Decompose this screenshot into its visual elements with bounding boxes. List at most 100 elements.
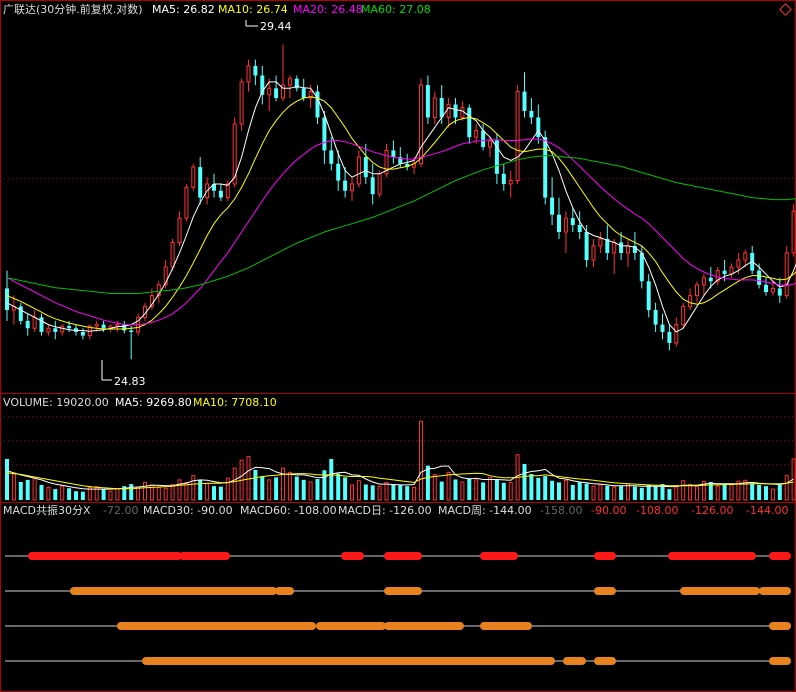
volume-bar <box>653 486 658 500</box>
volume-bar <box>108 490 113 501</box>
candle <box>425 75 430 125</box>
candle-body <box>722 270 727 275</box>
candle-body <box>784 252 789 297</box>
candle-body <box>267 87 272 96</box>
volume-bar <box>543 476 548 500</box>
candle <box>536 104 541 144</box>
candle <box>46 324 51 336</box>
volume-bar <box>177 479 182 501</box>
volume-bar <box>598 484 603 501</box>
candle-body <box>253 65 258 76</box>
candle-body <box>274 88 279 98</box>
candle-body <box>356 156 361 185</box>
candle-body <box>170 241 175 268</box>
candle <box>791 204 796 257</box>
candle-body <box>329 150 334 164</box>
candle <box>695 281 699 303</box>
candle <box>246 59 251 92</box>
candle-body <box>350 183 354 192</box>
stock-chart[interactable]: 29.44 24.83 广联达(30分钟.前复权.对数) MA5: 26.82 … <box>0 0 796 692</box>
volume-bar <box>563 479 568 501</box>
volume-bar <box>529 474 534 500</box>
candle <box>764 277 768 296</box>
candle <box>626 238 630 268</box>
macd60-value: MACD60: -108.00 <box>240 504 337 517</box>
volume-bar <box>612 486 617 501</box>
candle <box>287 75 292 98</box>
macd-panel[interactable] <box>5 552 791 665</box>
candle <box>605 225 610 260</box>
volume-bar <box>101 489 106 500</box>
candle-body <box>53 328 58 332</box>
candle-body <box>432 97 437 118</box>
volume-bar <box>570 484 575 500</box>
candle <box>184 183 189 222</box>
candle-body <box>508 180 513 185</box>
volume-bar <box>667 489 672 500</box>
candle <box>377 170 382 198</box>
macd-indicator-name: MACD共振30分X <box>3 503 91 517</box>
candle-body <box>639 252 644 282</box>
volume-bar <box>577 481 582 500</box>
ma5-legend: MA5: 26.82 <box>152 3 215 16</box>
volume-bar <box>784 475 789 501</box>
volume-bar <box>191 475 196 501</box>
candle-body <box>764 284 768 293</box>
candle-body <box>777 288 782 296</box>
volume-bar <box>632 486 637 500</box>
candle-body <box>377 173 382 195</box>
candle <box>701 274 706 296</box>
candle-body <box>488 139 492 148</box>
volume-bar <box>336 473 341 500</box>
candle-body <box>94 324 99 327</box>
volume-bar <box>446 471 451 501</box>
candle-body <box>736 259 741 268</box>
candlestick-series <box>5 44 796 360</box>
volume-legend: VOLUME: 19020.00 MA5: 9269.80 MA10: 7708… <box>3 396 277 409</box>
candle-body <box>467 107 472 138</box>
volume-bar <box>205 483 210 501</box>
candle-body <box>591 245 596 261</box>
volume-bar <box>308 481 313 501</box>
candle-body <box>757 270 762 285</box>
candle-body <box>129 330 134 332</box>
volume-bar <box>481 482 486 500</box>
candle-body <box>584 231 589 260</box>
price-panel[interactable]: 29.44 24.83 <box>5 20 796 388</box>
low-label: 24.83 <box>114 375 146 388</box>
volume-bar <box>129 484 134 500</box>
candle-body <box>425 85 430 118</box>
candle <box>391 140 396 164</box>
candle <box>501 163 506 191</box>
ma-line-ma5 <box>6 81 796 333</box>
candle <box>39 313 44 336</box>
candle <box>681 302 686 329</box>
ma-line-ma10 <box>6 96 796 330</box>
candle <box>122 320 127 334</box>
candle-body <box>660 324 665 332</box>
volume-bar <box>425 465 430 500</box>
volume-bar <box>750 483 755 500</box>
candle <box>80 328 85 340</box>
volume-bar <box>370 485 375 500</box>
volume-bar <box>453 479 458 500</box>
candle-body <box>198 167 203 198</box>
macd-right-1: -158.00 <box>540 504 582 517</box>
volume-bar <box>170 483 175 501</box>
candle-body <box>343 180 348 191</box>
macd-value-1: -72.00 <box>103 504 138 517</box>
volume-bar <box>646 484 651 500</box>
volume-bar <box>25 479 30 500</box>
candle <box>253 59 258 86</box>
macd-week-value: MACD周: -144.00 <box>438 504 532 517</box>
volume-bar <box>274 477 279 500</box>
candle-body <box>695 284 699 297</box>
candle <box>577 211 582 239</box>
candle-body <box>322 117 327 151</box>
candle-body <box>598 238 603 247</box>
volume-bar <box>18 481 23 500</box>
candle <box>60 324 65 336</box>
candle <box>550 177 555 226</box>
volume-bar <box>267 479 272 501</box>
volume-bar <box>639 487 644 500</box>
